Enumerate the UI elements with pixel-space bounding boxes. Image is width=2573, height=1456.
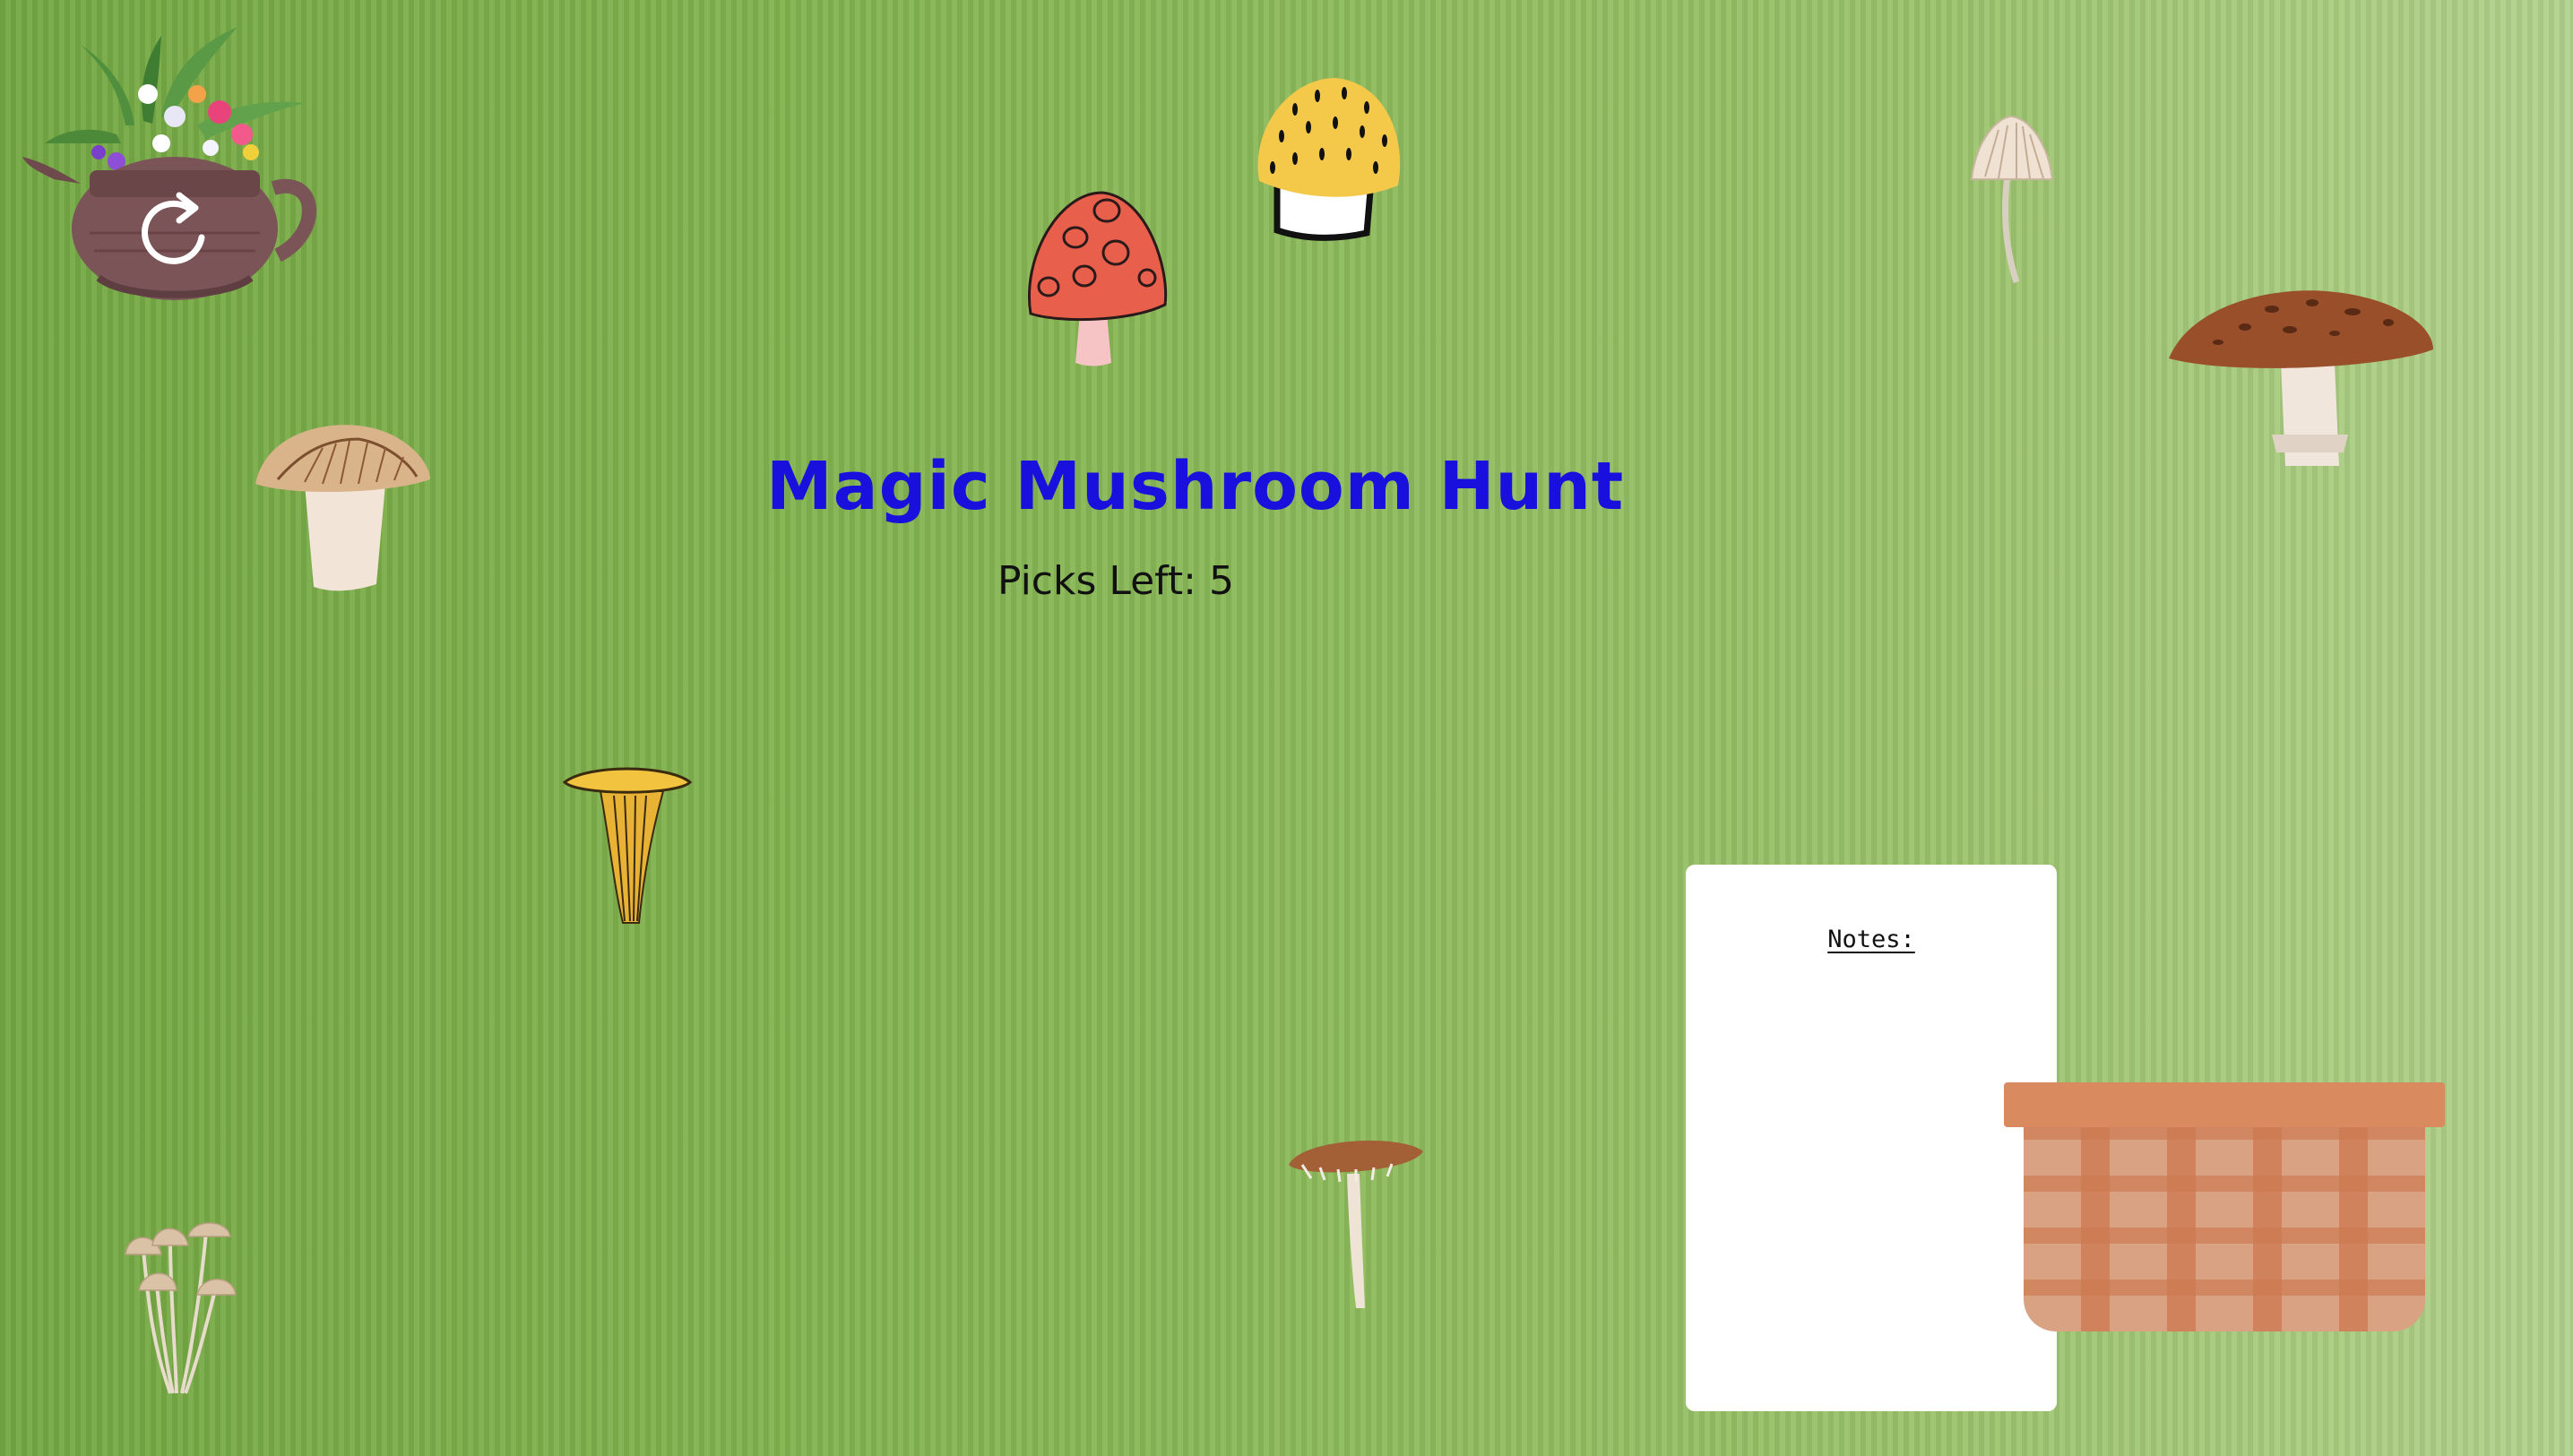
picks-left-value: 5 — [1208, 558, 1234, 604]
chanterelle-mushroom-icon[interactable] — [560, 760, 695, 926]
teapot-flowers-icon — [22, 27, 316, 300]
yellow-speckled-mushroom-icon[interactable] — [1255, 73, 1407, 248]
picks-left-label: Picks Left: — [997, 558, 1196, 604]
notes-panel[interactable]: Notes: — [1686, 865, 2057, 1411]
notes-heading: Notes: — [1827, 926, 1915, 953]
basket-rim — [2004, 1082, 2445, 1127]
reset-button[interactable] — [18, 9, 341, 305]
basket-icon[interactable] — [2004, 1082, 2445, 1331]
pale-slender-mushroom-icon[interactable] — [1967, 112, 2057, 287]
mushroom-cluster-icon[interactable] — [121, 1219, 237, 1398]
tan-cap-mushroom-icon[interactable] — [251, 421, 435, 596]
picks-left-counter: Picks Left: 5 — [997, 558, 1234, 604]
tall-brown-mushroom-icon[interactable] — [1284, 1133, 1428, 1313]
game-title: Magic Mushroom Hunt — [766, 448, 1625, 525]
red-spotted-mushroom-icon[interactable] — [1022, 188, 1170, 367]
brown-spotted-mushroom-icon[interactable] — [2164, 287, 2438, 470]
basket-body — [2024, 1127, 2425, 1331]
